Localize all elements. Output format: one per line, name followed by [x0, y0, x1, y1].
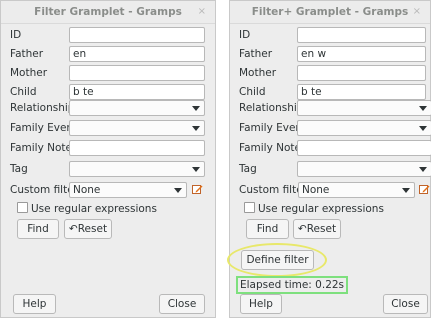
reset-button[interactable]: ↶Reset [64, 219, 112, 239]
tag-label: Tag [10, 163, 28, 175]
mother-input[interactable] [297, 65, 426, 81]
mother-label: Mother [239, 67, 277, 79]
custom-filter-value: None [302, 184, 330, 196]
tag-combo[interactable] [69, 161, 205, 177]
use-regex-checkbox-row[interactable]: Use regular expressions [17, 202, 157, 216]
father-row: Father en [1, 46, 215, 62]
undo-icon: ↶ [68, 223, 78, 235]
custom-filter-label: Custom filter [239, 184, 307, 196]
family-event-row: Family Event [230, 118, 431, 138]
custom-filter-row: Custom filter None [230, 180, 430, 200]
chevron-down-icon [419, 167, 427, 172]
custom-filter-combo[interactable]: None [298, 182, 415, 198]
close-button[interactable]: Close [383, 294, 428, 314]
window-title: Filter Gramplet - Gramps [34, 6, 182, 18]
close-window-icon[interactable]: × [198, 1, 206, 23]
use-regex-checkbox-row[interactable]: Use regular expressions [244, 202, 384, 216]
help-button[interactable]: Help [240, 294, 282, 314]
relationship-label: Relationship [10, 102, 75, 114]
custom-filter-row: Custom filter None [1, 180, 215, 200]
mother-label: Mother [10, 67, 48, 79]
window-title: Filter+ Gramplet - Gramps [251, 6, 409, 18]
custom-filter-value: None [73, 184, 101, 196]
reset-label: Reset [77, 223, 108, 235]
family-note-input[interactable] [297, 140, 431, 156]
find-button[interactable]: Find [17, 219, 59, 239]
reset-button[interactable]: ↶Reset [293, 219, 341, 239]
undo-icon: ↶ [297, 223, 307, 235]
family-event-combo[interactable] [69, 120, 205, 136]
relationship-combo[interactable] [297, 100, 431, 116]
tag-row: Tag [1, 159, 215, 179]
tag-combo[interactable] [297, 161, 431, 177]
id-row: ID [1, 27, 215, 43]
filter-plus-gramplet-window: Filter+ Gramplet - Gramps × ID Father en… [227, 0, 431, 318]
relationship-label: Relationship [239, 102, 304, 114]
mother-row: Mother [1, 65, 215, 81]
custom-filter-label: Custom filter [10, 184, 78, 196]
custom-filter-combo[interactable]: None [69, 182, 187, 198]
tag-row: Tag [230, 159, 431, 179]
family-event-combo[interactable] [297, 120, 431, 136]
family-note-row: Family Note [1, 140, 215, 156]
close-button[interactable]: Close [159, 294, 205, 314]
edit-filter-icon[interactable] [192, 184, 203, 195]
father-label: Father [239, 48, 273, 60]
id-label: ID [239, 29, 251, 41]
id-row: ID [230, 27, 430, 43]
id-input[interactable] [69, 27, 205, 43]
close-window-icon[interactable]: × [413, 1, 421, 23]
relationship-combo[interactable] [69, 100, 205, 116]
help-button[interactable]: Help [13, 294, 56, 314]
use-regex-checkbox[interactable] [244, 202, 255, 213]
father-input[interactable]: en w [297, 46, 426, 62]
family-note-label: Family Note [239, 142, 301, 154]
family-note-label: Family Note [10, 142, 72, 154]
define-filter-button[interactable]: Define filter [241, 250, 314, 270]
relationship-row: Relationship [230, 98, 431, 118]
chevron-down-icon [419, 106, 427, 111]
chevron-down-icon [192, 106, 200, 111]
elapsed-time-label: Elapsed time: 0.22s [236, 276, 349, 294]
window-titlebar: Filter Gramplet - Gramps × [1, 1, 215, 24]
filter-gramplet-window: Filter Gramplet - Gramps × ID Father en … [0, 0, 216, 318]
find-button[interactable]: Find [246, 219, 289, 239]
edit-filter-icon[interactable] [419, 184, 430, 195]
family-note-input[interactable] [69, 140, 205, 156]
relationship-row: Relationship [1, 98, 215, 118]
family-event-label: Family Event [10, 122, 78, 134]
chevron-down-icon [174, 188, 182, 193]
use-regex-checkbox[interactable] [17, 202, 28, 213]
chevron-down-icon [402, 188, 410, 193]
family-note-row: Family Note [230, 140, 431, 156]
chevron-down-icon [192, 167, 200, 172]
chevron-down-icon [419, 126, 427, 131]
father-input[interactable]: en [69, 46, 205, 62]
family-event-row: Family Event [1, 118, 215, 138]
father-label: Father [10, 48, 44, 60]
mother-input[interactable] [69, 65, 205, 81]
window-titlebar: Filter+ Gramplet - Gramps × [230, 1, 430, 24]
mother-row: Mother [230, 65, 430, 81]
id-input[interactable] [297, 27, 426, 43]
tag-label: Tag [239, 163, 257, 175]
reset-label: Reset [306, 223, 337, 235]
father-row: Father en w [230, 46, 430, 62]
use-regex-label: Use regular expressions [258, 203, 384, 215]
id-label: ID [10, 29, 22, 41]
chevron-down-icon [192, 126, 200, 131]
use-regex-label: Use regular expressions [31, 203, 157, 215]
